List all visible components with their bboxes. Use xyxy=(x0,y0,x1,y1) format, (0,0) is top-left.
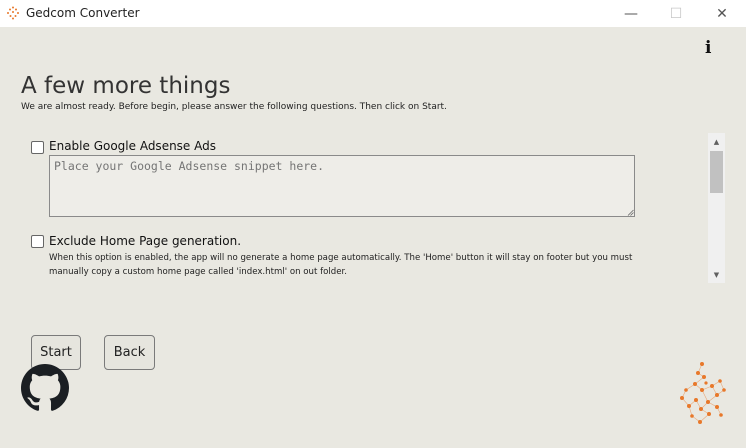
adsense-checkbox[interactable] xyxy=(31,141,44,154)
exclude-home-description: When this option is enabled, the app wil… xyxy=(49,253,633,277)
maximize-button[interactable]: ☐ xyxy=(653,0,699,27)
scroll-up-icon[interactable]: ▲ xyxy=(708,133,725,150)
main-content: i A few more things We are almost ready.… xyxy=(0,27,746,448)
window-title: Gedcom Converter xyxy=(26,6,140,20)
page-subtitle: We are almost ready. Before begin, pleas… xyxy=(21,102,447,112)
back-button[interactable]: Back xyxy=(104,335,155,370)
minimize-icon: — xyxy=(624,5,638,22)
page-title: A few more things xyxy=(21,73,231,99)
minimize-button[interactable]: — xyxy=(608,0,654,27)
scrollbar-thumb[interactable] xyxy=(710,151,723,193)
close-icon: ✕ xyxy=(716,5,728,22)
exclude-home-label[interactable]: Exclude Home Page generation. xyxy=(49,234,241,248)
vertical-scrollbar[interactable]: ▲ ▼ xyxy=(708,133,725,283)
close-button[interactable]: ✕ xyxy=(699,0,745,27)
adsense-label[interactable]: Enable Google Adsense Ads xyxy=(49,139,216,153)
resize-grip-icon[interactable] xyxy=(627,209,634,216)
github-icon[interactable] xyxy=(21,364,69,412)
adsense-snippet-input[interactable] xyxy=(49,155,635,217)
maximize-icon: ☐ xyxy=(669,5,683,22)
exclude-home-checkbox[interactable] xyxy=(31,235,44,248)
options-scroll-panel[interactable]: Enable Google Adsense Ads Exclude Home P… xyxy=(21,133,726,283)
app-window: Gedcom Converter — ☐ ✕ i A few more thin… xyxy=(0,0,746,448)
app-icon xyxy=(7,6,19,20)
scroll-down-icon[interactable]: ▼ xyxy=(708,266,725,283)
info-icon[interactable]: i xyxy=(705,40,715,57)
title-bar[interactable]: Gedcom Converter — ☐ ✕ xyxy=(0,0,746,27)
tree-dots-logo xyxy=(680,362,726,424)
